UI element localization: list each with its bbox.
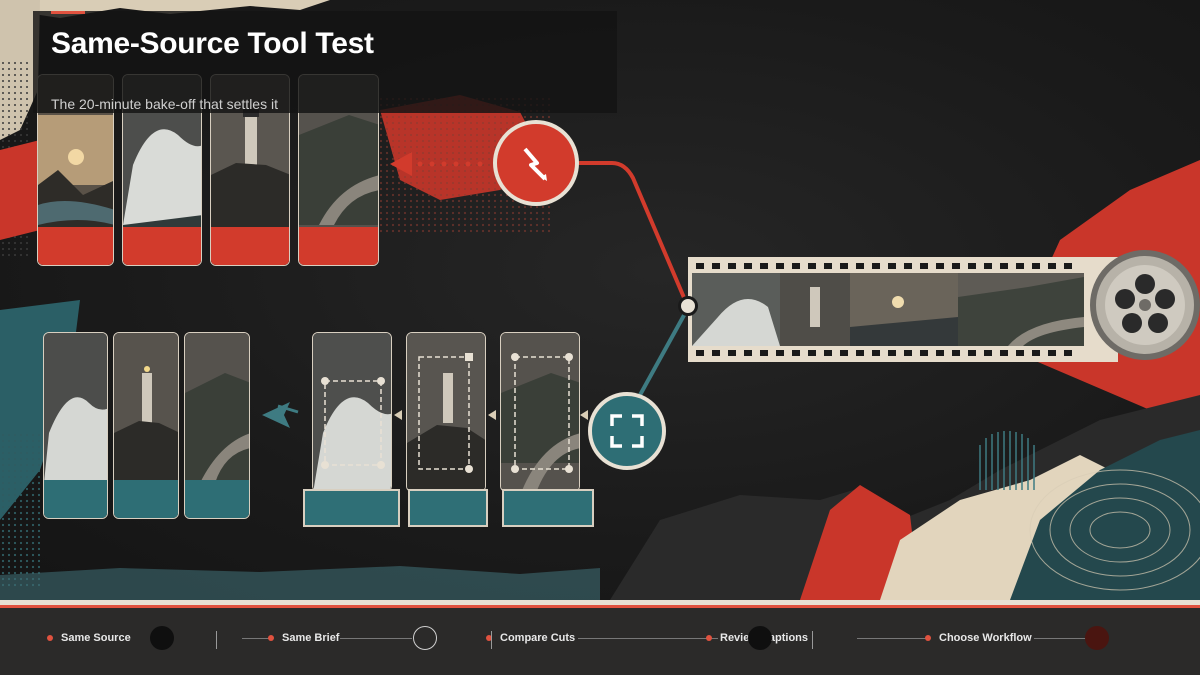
step-label: Same Brief [282, 632, 340, 644]
crop-card-road [500, 332, 580, 492]
step-divider [216, 631, 217, 649]
output-thumbnail-road [184, 332, 250, 519]
teal-band [114, 480, 178, 518]
red-band [211, 227, 289, 265]
step-bullet [47, 635, 53, 641]
title-panel: Same-Source Tool Test The 20-minute bake… [33, 11, 617, 113]
step-label: Choose Workflow [939, 632, 1032, 644]
step-bullet [925, 635, 931, 641]
page-title: Same-Source Tool Test [51, 27, 374, 60]
step-bullet [268, 635, 274, 641]
teal-band [185, 480, 249, 518]
red-band [38, 227, 113, 265]
teal-tape-label [502, 489, 594, 527]
crop-card-wave [312, 332, 392, 492]
step-label: Same Source [61, 632, 131, 644]
step-connector-line [340, 638, 412, 639]
step-compare-cuts[interactable]: Compare Cuts [486, 632, 575, 644]
torn-edge-bottom [0, 566, 600, 600]
connector-teal [638, 307, 690, 396]
step-marker-outline [413, 626, 437, 650]
film-strip [688, 257, 1118, 362]
teal-tape-label [408, 489, 488, 527]
lightning-bolt-icon [523, 147, 547, 181]
halftone-teal [0, 430, 40, 590]
connector-red [578, 161, 687, 301]
teal-band [44, 480, 107, 518]
red-brush-left [0, 140, 40, 240]
output-thumbnail-lighthouse [113, 332, 179, 519]
step-connector-line [1034, 638, 1086, 639]
crop-arrow-1 [394, 410, 402, 420]
film-strip-icon [692, 263, 1084, 356]
film-reel-icon [1090, 250, 1200, 360]
red-band [299, 227, 378, 265]
crop-frame-badge [588, 392, 666, 470]
step-same-source[interactable]: Same Source [47, 632, 131, 644]
step-marker-filled [150, 626, 174, 650]
title-accent-bar [51, 11, 85, 14]
output-thumbnail-wave [43, 332, 108, 519]
step-marker-active [1085, 626, 1109, 650]
lightning-bolt-badge [493, 120, 579, 206]
connector-node [678, 296, 698, 316]
step-label: Compare Cuts [500, 632, 576, 644]
step-choose-workflow[interactable]: Choose Workflow [925, 632, 1032, 644]
step-bullet [706, 635, 712, 641]
slide-canvas: Same-Source Tool Test The 20-minute bake… [0, 0, 1200, 600]
crop-arrow-3 [580, 410, 588, 420]
step-divider [491, 631, 492, 649]
red-band [123, 227, 201, 265]
crop-arrow-2 [488, 410, 496, 420]
page-subtitle: The 20-minute bake-off that settles it [51, 96, 278, 112]
crop-card-lighthouse [406, 332, 486, 492]
step-marker-filled [748, 626, 772, 650]
step-divider [812, 631, 813, 649]
workflow-step-bar: Same Source Same Brief Compare Cuts Revi… [0, 600, 1200, 675]
step-connector-line [857, 638, 927, 639]
teal-tape-label [303, 489, 400, 527]
teal-arrow-left [262, 402, 290, 428]
step-connector-line [578, 638, 718, 639]
step-same-brief[interactable]: Same Brief [268, 632, 339, 644]
crop-frame-icon [610, 414, 644, 448]
